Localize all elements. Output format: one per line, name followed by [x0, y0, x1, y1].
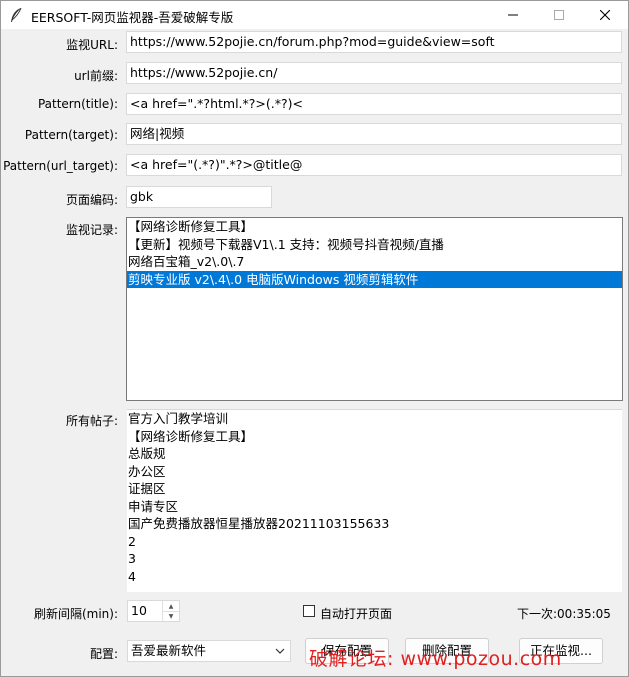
maximize-button[interactable]: [536, 1, 582, 29]
list-item[interactable]: 国产免费播放器恒星播放器20211103155633: [127, 515, 622, 533]
refresh-interval-label: 刷新间隔(min):: [33, 607, 118, 621]
list-item-selected[interactable]: 剪映专业版 v2\.4\.0 电脑版Windows 视频剪辑软件: [127, 270, 622, 288]
pattern-url-target-label: Pattern(url_target):: [3, 159, 118, 173]
monitor-url-label: 监视URL:: [66, 38, 118, 52]
title-bar: EERSOFT-网页监视器-吾爱破解专版: [1, 1, 628, 29]
list-item[interactable]: 官方入门教学培训: [127, 410, 622, 428]
list-item[interactable]: 证据区: [127, 480, 622, 498]
pattern-target-label: Pattern(target):: [24, 128, 118, 142]
close-button[interactable]: [582, 1, 628, 29]
auto-open-label[interactable]: 自动打开页面: [320, 605, 392, 622]
config-select-value[interactable]: 吾爱最新软件: [131, 641, 206, 661]
encoding-input[interactable]: gbk: [126, 186, 272, 208]
next-run-status: 下一次:00:35:05: [517, 607, 611, 621]
list-item[interactable]: 总版规: [127, 445, 622, 463]
window-title: EERSOFT-网页监视器-吾爱破解专版: [31, 10, 234, 25]
watermark-text: 破解论坛: www.pozou.com: [309, 648, 562, 670]
monitor-url-input[interactable]: https://www.52pojie.cn/forum.php?mod=gui…: [126, 31, 622, 53]
auto-open-checkbox[interactable]: [303, 605, 315, 617]
url-prefix-input[interactable]: https://www.52pojie.cn/: [126, 62, 622, 84]
list-item[interactable]: 2: [127, 533, 622, 551]
spin-down-icon[interactable]: ▼: [163, 611, 179, 621]
records-listbox[interactable]: 【网络诊断修复工具】 【更新】视频号下载器V1\.1 支持：视频号抖音视频/直播…: [126, 217, 623, 401]
encoding-label: 页面编码:: [65, 193, 118, 207]
minimize-button[interactable]: [490, 1, 536, 29]
spinbox-arrows[interactable]: ▲ ▼: [162, 601, 179, 621]
list-item[interactable]: 4: [127, 568, 622, 586]
list-item[interactable]: 网络百宝箱_v2\.0\.7: [127, 253, 622, 271]
list-item[interactable]: 申请专区: [127, 498, 622, 516]
chevron-down-icon[interactable]: [274, 645, 286, 657]
refresh-interval-spinbox[interactable]: 10 ▲ ▼: [127, 600, 180, 622]
pattern-target-input[interactable]: 网络|视频: [126, 123, 622, 145]
list-item[interactable]: 办公区: [127, 463, 622, 481]
list-item[interactable]: 3: [127, 550, 622, 568]
pattern-title-input[interactable]: <a href=".*?html.*?>(.*?)<: [126, 93, 622, 115]
posts-label: 所有帖子:: [65, 414, 118, 428]
app-window: EERSOFT-网页监视器-吾爱破解专版 监视URL: url前缀: Patte…: [0, 0, 629, 677]
list-item[interactable]: 【网络诊断修复工具】: [127, 218, 622, 236]
feather-icon: [9, 7, 23, 23]
posts-listbox[interactable]: 官方入门教学培训 【网络诊断修复工具】 总版规 办公区 证据区 申请专区 国产免…: [127, 409, 622, 592]
pattern-url-target-input[interactable]: <a href="(.*?)".*?>@title@: [126, 154, 622, 176]
records-label: 监视记录:: [65, 223, 118, 237]
refresh-interval-value[interactable]: 10: [131, 601, 147, 621]
list-item[interactable]: 【网络诊断修复工具】: [127, 428, 622, 446]
config-label: 配置:: [89, 647, 118, 661]
url-prefix-label: url前缀:: [74, 69, 118, 83]
pattern-title-label: Pattern(title):: [37, 97, 118, 111]
list-item[interactable]: 【更新】视频号下载器V1\.1 支持：视频号抖音视频/直播: [127, 236, 622, 254]
config-select[interactable]: 吾爱最新软件: [127, 640, 291, 662]
